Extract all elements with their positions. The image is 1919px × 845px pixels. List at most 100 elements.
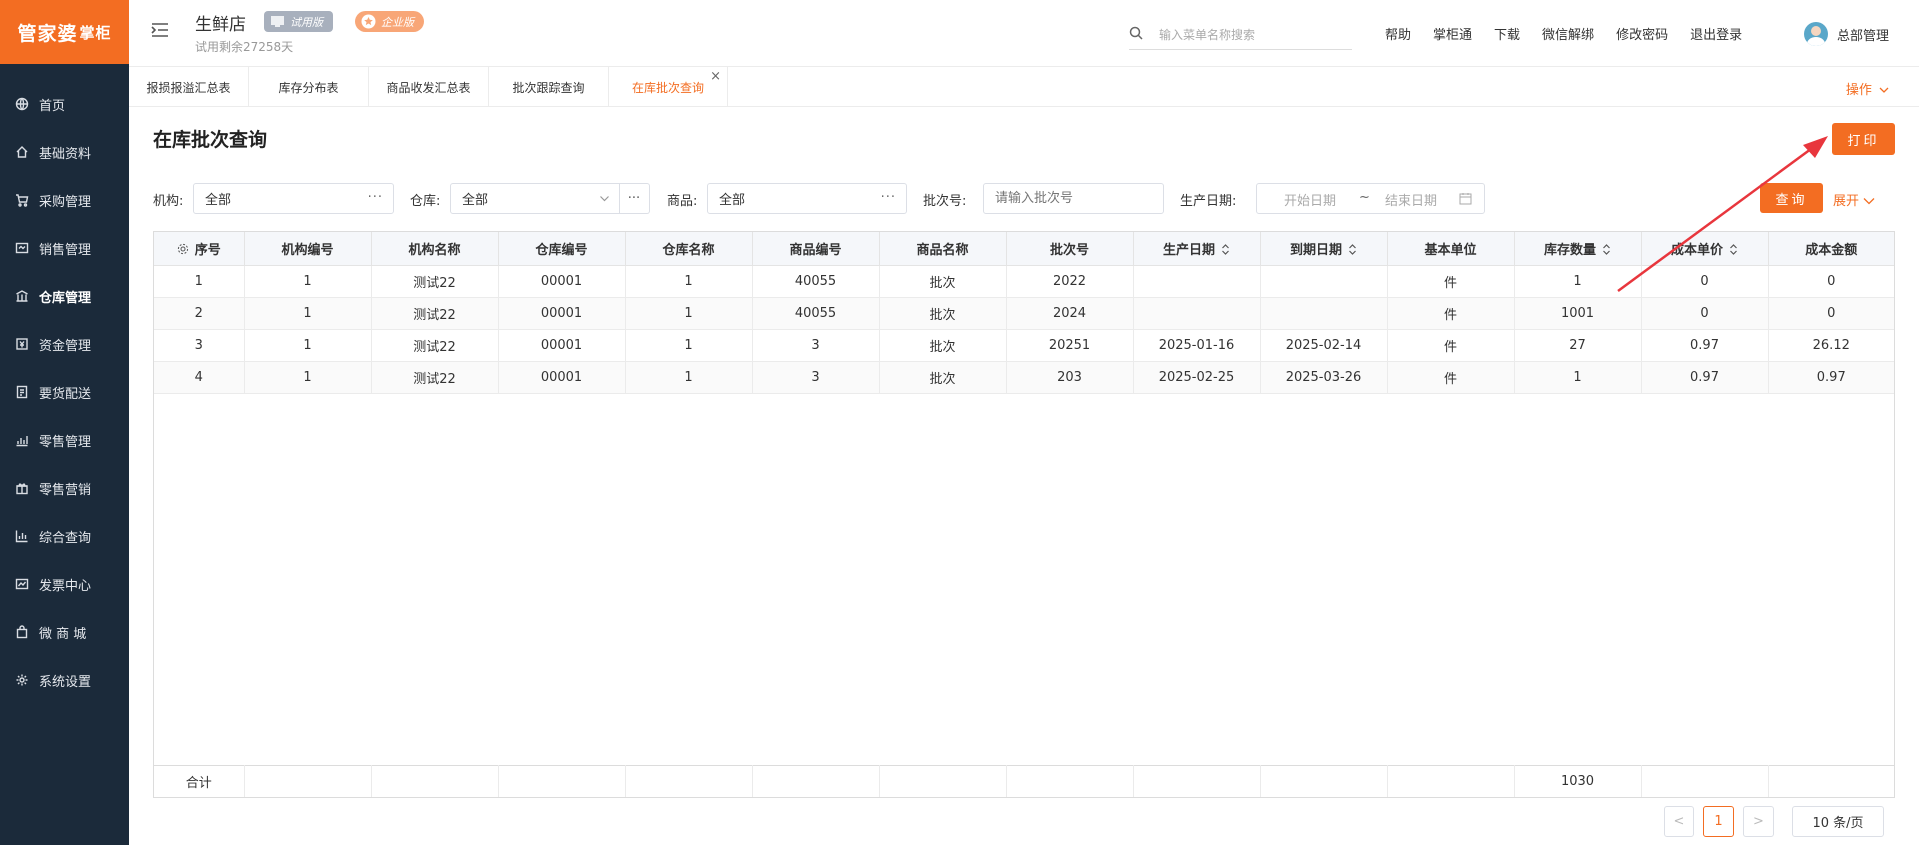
- sort-icon[interactable]: [1221, 243, 1230, 255]
- col-stock-qty[interactable]: 库存数量: [1514, 232, 1642, 266]
- cell-org-name: 测试22: [371, 297, 499, 330]
- cell-batch-no: 2022: [1006, 265, 1134, 298]
- sidebar-item-purchase[interactable]: 采购管理: [0, 176, 129, 224]
- star-icon: [361, 14, 376, 29]
- expand-label: 展开: [1833, 194, 1860, 209]
- query-button[interactable]: 查询: [1760, 183, 1823, 213]
- cell-product-name: 批次: [879, 361, 1007, 394]
- summary-cell: [244, 765, 372, 797]
- prev-page-button[interactable]: <: [1664, 806, 1694, 837]
- sidebar-item-finance[interactable]: 资金管理: [0, 320, 129, 368]
- cell-cost-amount: 0: [1768, 297, 1894, 330]
- zhanggui-link[interactable]: 掌柜通: [1433, 24, 1472, 43]
- col-warehouse-code: 仓库编号: [498, 232, 626, 266]
- column-header: 批次号: [1049, 242, 1089, 258]
- table-row[interactable]: 2 1 测试22 00001 1 40055 批次 2024 件 1001 0 0: [154, 297, 1894, 330]
- sidebar-item-mall[interactable]: 微 商 城: [0, 608, 129, 656]
- summary-cell: [1768, 765, 1894, 797]
- sidebar-item-marketing[interactable]: 零售营销: [0, 464, 129, 512]
- tab-batch-inventory[interactable]: 在库批次查询 ×: [609, 67, 728, 107]
- sidebar-item-basic[interactable]: 基础资料: [0, 128, 129, 176]
- trial-badge-label: 试用版: [290, 15, 323, 29]
- warehouse-select[interactable]: 全部: [450, 183, 620, 214]
- cell-stock-qty: 1001: [1514, 297, 1642, 330]
- cell-production-date: 2025-02-25: [1133, 361, 1261, 394]
- sidebar-item-label: 综合查询: [39, 530, 92, 546]
- tab-loss-summary[interactable]: 报损报溢汇总表: [129, 67, 249, 107]
- sidebar-item-label: 零售营销: [39, 482, 92, 498]
- cell-cost-price: 0: [1641, 265, 1769, 298]
- date-end-input[interactable]: 结束日期: [1385, 190, 1437, 209]
- wechat-unbind-link[interactable]: 微信解绑: [1542, 24, 1594, 43]
- batch-input[interactable]: [983, 183, 1164, 214]
- home-icon: [15, 145, 29, 159]
- col-expiry-date[interactable]: 到期日期: [1260, 232, 1388, 266]
- avatar: [1803, 22, 1828, 46]
- expand-toggle[interactable]: 展开: [1833, 190, 1875, 209]
- table-row[interactable]: 3 1 测试22 00001 1 3 批次 20251 2025-01-16 2025-02-14…: [154, 329, 1894, 362]
- table-row[interactable]: 4 1 测试22 00001 1 3 批次 203 2025-02-25 2025-03-26 件 1…: [154, 361, 1894, 394]
- sidebar-item-label: 微 商 城: [39, 626, 87, 642]
- search-input[interactable]: [1159, 24, 1349, 46]
- cell-cost-price: 0.97: [1641, 361, 1769, 394]
- cell-org-code: 1: [244, 297, 372, 330]
- next-page-button[interactable]: >: [1743, 806, 1774, 837]
- summary-stock-total: 1030: [1514, 765, 1642, 797]
- sidebar-item-invoice[interactable]: 发票中心: [0, 560, 129, 608]
- tab-stock-distribution[interactable]: 库存分布表: [249, 67, 369, 107]
- menu-toggle-icon[interactable]: [151, 22, 169, 38]
- column-header: 成本金额: [1805, 242, 1858, 258]
- page-number-button[interactable]: 1: [1703, 806, 1734, 837]
- product-select[interactable]: 全部 ···: [707, 183, 907, 214]
- page-title: 在库批次查询: [153, 129, 268, 151]
- cell-base-unit: 件: [1387, 329, 1515, 362]
- close-icon[interactable]: ×: [710, 69, 721, 84]
- help-link[interactable]: 帮助: [1385, 24, 1411, 43]
- cell-index: 3: [154, 329, 245, 362]
- page-size-select[interactable]: 10 条/页: [1792, 806, 1884, 837]
- sort-icon[interactable]: [1602, 243, 1611, 255]
- tab-batch-tracking[interactable]: 批次跟踪查询: [489, 67, 609, 107]
- gear-icon[interactable]: [177, 243, 189, 255]
- org-select[interactable]: 全部 ···: [193, 183, 394, 214]
- date-start-input[interactable]: 开始日期: [1284, 190, 1336, 209]
- operations-menu[interactable]: 操作: [1846, 79, 1889, 98]
- cell-stock-qty: 27: [1514, 329, 1642, 362]
- sidebar-item-delivery[interactable]: 要货配送: [0, 368, 129, 416]
- cell-batch-no: 20251: [1006, 329, 1134, 362]
- table-row[interactable]: 1 1 测试22 00001 1 40055 批次 2022 件 1 0 0: [154, 265, 1894, 298]
- summary-cell: [1006, 765, 1134, 797]
- chevron-down-icon: [1863, 198, 1875, 205]
- sidebar-item-warehouse[interactable]: 仓库管理: [0, 272, 129, 320]
- gift-icon: [15, 481, 29, 495]
- col-cost-price[interactable]: 成本单价: [1641, 232, 1769, 266]
- download-link[interactable]: 下载: [1494, 24, 1520, 43]
- warehouse-more-button[interactable]: ···: [619, 183, 650, 214]
- cell-org-name: 测试22: [371, 361, 499, 394]
- user-menu[interactable]: 总部管理: [1803, 22, 1889, 46]
- calendar-icon: [1459, 193, 1472, 205]
- sidebar-item-settings[interactable]: 系统设置: [0, 656, 129, 704]
- trial-badge: 试用版: [264, 11, 333, 32]
- more-icon: ···: [880, 190, 896, 205]
- sidebar-item-sales[interactable]: 销售管理: [0, 224, 129, 272]
- col-index[interactable]: 序号: [154, 232, 245, 266]
- sidebar-item-home[interactable]: 首页: [0, 80, 129, 128]
- col-production-date[interactable]: 生产日期: [1133, 232, 1261, 266]
- sort-icon[interactable]: [1729, 243, 1738, 255]
- cell-org-name: 测试22: [371, 265, 499, 298]
- change-password-link[interactable]: 修改密码: [1616, 24, 1668, 43]
- summary-cell: [371, 765, 499, 797]
- tab-product-flow[interactable]: 商品收发汇总表: [369, 67, 489, 107]
- production-date-range[interactable]: 开始日期 ~ 结束日期: [1256, 183, 1485, 214]
- app-logo[interactable]: 管家婆 掌柜: [0, 0, 129, 64]
- sidebar-item-retail[interactable]: 零售管理: [0, 416, 129, 464]
- sort-icon[interactable]: [1348, 243, 1357, 255]
- logout-link[interactable]: 退出登录: [1690, 24, 1742, 43]
- chevron-down-icon: [1879, 87, 1889, 93]
- warehouse-icon: [15, 289, 29, 303]
- column-header: 机构名称: [408, 242, 461, 258]
- sidebar-item-query[interactable]: 综合查询: [0, 512, 129, 560]
- print-button[interactable]: 打印: [1832, 123, 1895, 155]
- chart-icon: [15, 433, 29, 447]
